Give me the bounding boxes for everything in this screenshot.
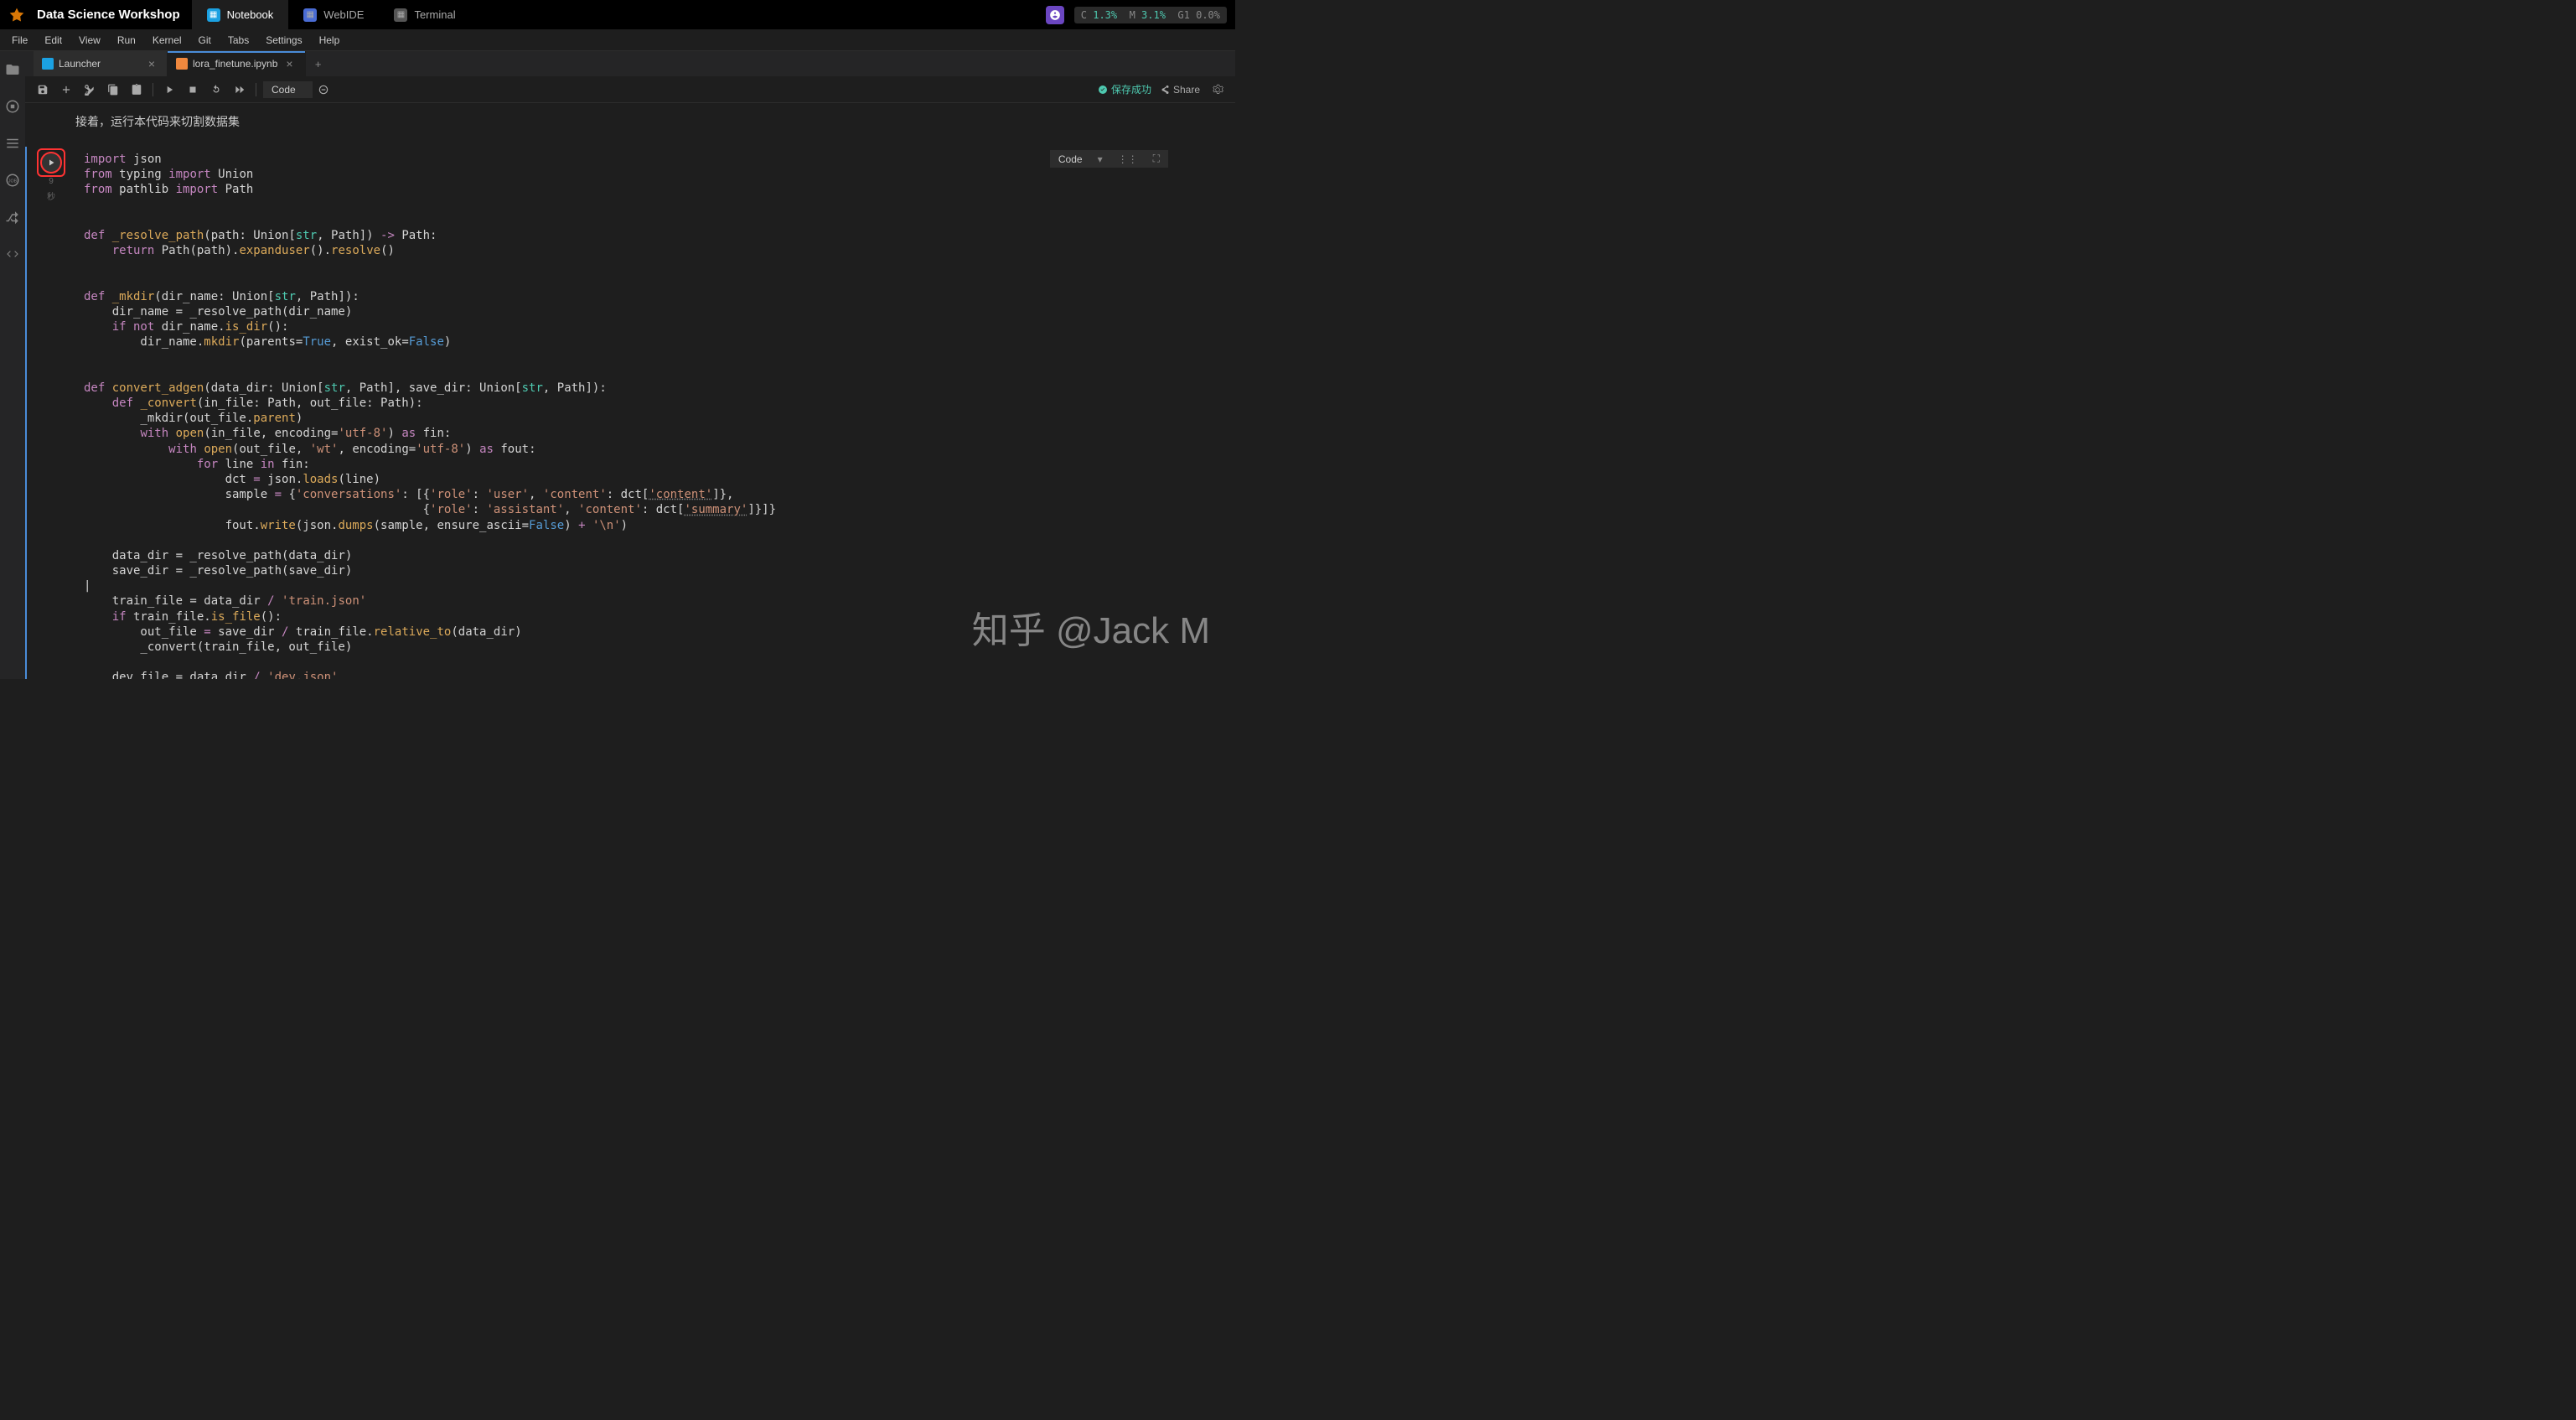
menu-file[interactable]: File: [3, 32, 36, 49]
file-icon: [176, 58, 188, 70]
code-icon[interactable]: [3, 244, 23, 264]
tab-label: Notebook: [227, 8, 274, 21]
code-editor[interactable]: import json from typing import Union fro…: [75, 147, 1235, 679]
toc-icon[interactable]: [3, 133, 23, 153]
notebook-toolbar: Code ▾ 保存成功 Share: [25, 76, 1235, 103]
menu-settings[interactable]: Settings: [257, 32, 310, 49]
tab-icon: ▦: [394, 8, 407, 22]
file-icon: [42, 58, 54, 70]
filetab-label: Launcher: [59, 58, 140, 70]
run-icon[interactable]: [160, 80, 178, 99]
save-status: 保存成功: [1098, 82, 1151, 96]
tab-icon: ▦: [207, 8, 220, 22]
expand-icon[interactable]: ⛶: [1153, 153, 1160, 165]
left-sidebar: JOB: [0, 51, 25, 679]
paste-icon[interactable]: [127, 80, 146, 99]
tab-label: WebIDE: [323, 8, 364, 21]
menu-view[interactable]: View: [70, 32, 109, 49]
filetab-label: lora_finetune.ipynb: [193, 58, 277, 70]
cell-type-label[interactable]: Code: [1058, 153, 1083, 165]
cell-toolbar: Code ▾ ⋮⋮ ⛶: [1050, 150, 1168, 168]
top-tab-notebook[interactable]: ▦ Notebook: [192, 0, 289, 29]
top-tabs: ▦ Notebook ▦ WebIDE ▦ Terminal: [192, 0, 471, 29]
copy-icon[interactable]: [104, 80, 122, 99]
main-area: Launcher × lora_finetune.ipynb × + Code ▾ 保存…: [25, 51, 1235, 679]
chevron-down-icon[interactable]: ▾: [1098, 153, 1103, 165]
watermark: 知乎 @Jack M: [972, 600, 1210, 654]
filetab-launcher[interactable]: Launcher ×: [34, 51, 168, 76]
svg-text:JOB: JOB: [8, 179, 18, 184]
folder-icon[interactable]: [3, 60, 23, 80]
more-icon[interactable]: ⋮⋮: [1118, 153, 1138, 165]
restart-icon[interactable]: [207, 80, 225, 99]
menu-bar: FileEditViewRunKernelGitTabsSettingsHelp: [0, 29, 1235, 51]
code-cell[interactable]: 9 秒 import json from typing import Union…: [25, 147, 1235, 679]
variable-icon[interactable]: [314, 80, 333, 99]
filetab-lora_finetune-ipynb[interactable]: lora_finetune.ipynb ×: [168, 51, 306, 76]
share-icon: [1160, 85, 1170, 95]
save-icon[interactable]: [34, 80, 52, 99]
share-button[interactable]: Share: [1160, 84, 1200, 96]
add-cell-icon[interactable]: [57, 80, 75, 99]
markdown-cell[interactable]: 接着，运行本代码来切割数据集: [25, 103, 1235, 140]
exec-unit: 秒: [47, 189, 55, 202]
menu-kernel[interactable]: Kernel: [144, 32, 190, 49]
top-tab-webide[interactable]: ▦ WebIDE: [288, 0, 379, 29]
menu-help[interactable]: Help: [311, 32, 349, 49]
top-bar: Data Science Workshop ▦ Notebook ▦ WebIDE ▦ T…: [0, 0, 1235, 29]
close-icon[interactable]: ×: [145, 57, 158, 70]
menu-edit[interactable]: Edit: [36, 32, 70, 49]
ai-badge-icon[interactable]: [1046, 6, 1064, 24]
running-icon[interactable]: [3, 96, 23, 117]
top-tab-terminal[interactable]: ▦ Terminal: [379, 0, 470, 29]
resource-metrics: C 1.3% M 3.1% G1 0.0%: [1074, 7, 1227, 23]
add-tab-button[interactable]: +: [306, 51, 331, 76]
menu-tabs[interactable]: Tabs: [220, 32, 257, 49]
run-cell-button[interactable]: [40, 152, 62, 174]
app-logo: [0, 0, 34, 29]
cell-gutter: 9 秒: [27, 147, 75, 679]
menu-git[interactable]: Git: [190, 32, 220, 49]
tab-icon: ▦: [303, 8, 317, 22]
file-tabs: Launcher × lora_finetune.ipynb × +: [25, 51, 1235, 76]
brand-title: Data Science Workshop: [34, 8, 192, 22]
cut-icon[interactable]: [80, 80, 99, 99]
cell-type-select[interactable]: Code: [263, 81, 313, 98]
play-icon: [46, 158, 56, 168]
shuffle-icon[interactable]: [3, 207, 23, 227]
logo-icon: [8, 7, 25, 23]
run-all-icon[interactable]: [230, 80, 249, 99]
close-icon[interactable]: ×: [282, 57, 296, 70]
tab-label: Terminal: [414, 8, 455, 21]
notebook-body: 接着，运行本代码来切割数据集 9 秒 import json from typi…: [25, 103, 1235, 679]
settings-gear-icon[interactable]: [1208, 80, 1227, 99]
menu-run[interactable]: Run: [109, 32, 144, 49]
exec-count: 9: [49, 177, 54, 186]
job-icon[interactable]: JOB: [3, 170, 23, 190]
check-circle-icon: [1098, 85, 1108, 95]
stop-icon[interactable]: [184, 80, 202, 99]
